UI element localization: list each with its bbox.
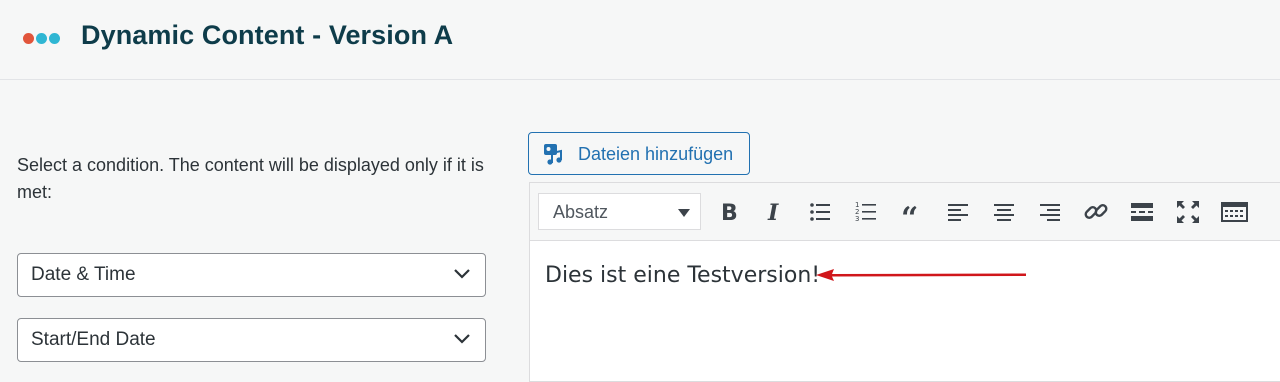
svg-text:B: B (721, 201, 738, 226)
chevron-down-icon (454, 334, 470, 344)
align-center-button[interactable] (989, 197, 1019, 227)
align-center-icon (994, 204, 1014, 221)
chevron-down-icon (454, 269, 470, 279)
align-left-icon (948, 204, 968, 221)
numbered-list-button[interactable]: 1 2 3 (851, 197, 881, 227)
numbered-list-icon: 1 2 3 (855, 201, 876, 223)
page-title: Dynamic Content - Version A (81, 20, 454, 50)
bold-icon: B (721, 201, 738, 226)
svg-text:I: I (767, 200, 779, 226)
brand-logo-icon (23, 33, 63, 45)
media-icon (544, 144, 562, 165)
blockquote-button[interactable]: “ (897, 197, 927, 236)
bullet-list-button[interactable] (805, 197, 835, 227)
toolbar-toggle-icon (1221, 202, 1248, 222)
condition-type-select[interactable]: Date & Time (17, 253, 486, 297)
read-more-icon (1131, 203, 1153, 221)
condition-description: Select a condition. The content will be … (17, 155, 484, 202)
read-more-button[interactable] (1127, 197, 1157, 227)
condition-mode-value: Start/End Date (31, 329, 156, 350)
bullet-list-icon (810, 203, 830, 221)
dropdown-arrow-icon (678, 209, 690, 217)
fullscreen-icon (1177, 201, 1199, 223)
align-right-button[interactable] (1035, 197, 1065, 227)
annotation-arrow-icon (816, 269, 1026, 281)
link-icon (1084, 204, 1108, 219)
blockquote-icon: “ (901, 201, 918, 236)
italic-icon: I (767, 200, 779, 226)
add-media-button[interactable]: Dateien hinzufügen (528, 132, 750, 175)
page-header: Dynamic Content - Version A (0, 0, 1280, 80)
format-select[interactable]: Absatz (538, 193, 701, 230)
svg-text:“: “ (901, 201, 918, 227)
editor-content[interactable]: Dies ist eine Testversion! (545, 263, 820, 288)
fullscreen-button[interactable] (1173, 197, 1203, 227)
align-right-icon (1040, 204, 1060, 221)
italic-button[interactable]: I (759, 197, 789, 227)
bold-button[interactable]: B (713, 197, 743, 227)
condition-mode-select[interactable]: Start/End Date (17, 318, 486, 362)
align-left-button[interactable] (943, 197, 973, 227)
link-button[interactable] (1081, 197, 1111, 227)
add-media-label: Dateien hinzufügen (578, 144, 734, 164)
toolbar-toggle-button[interactable] (1219, 197, 1249, 227)
editor-toolbar: Absatz B I 1 2 3 “ (530, 183, 1280, 241)
condition-type-value: Date & Time (31, 264, 136, 285)
svg-text:3: 3 (855, 215, 859, 223)
format-select-value: Absatz (553, 202, 609, 222)
